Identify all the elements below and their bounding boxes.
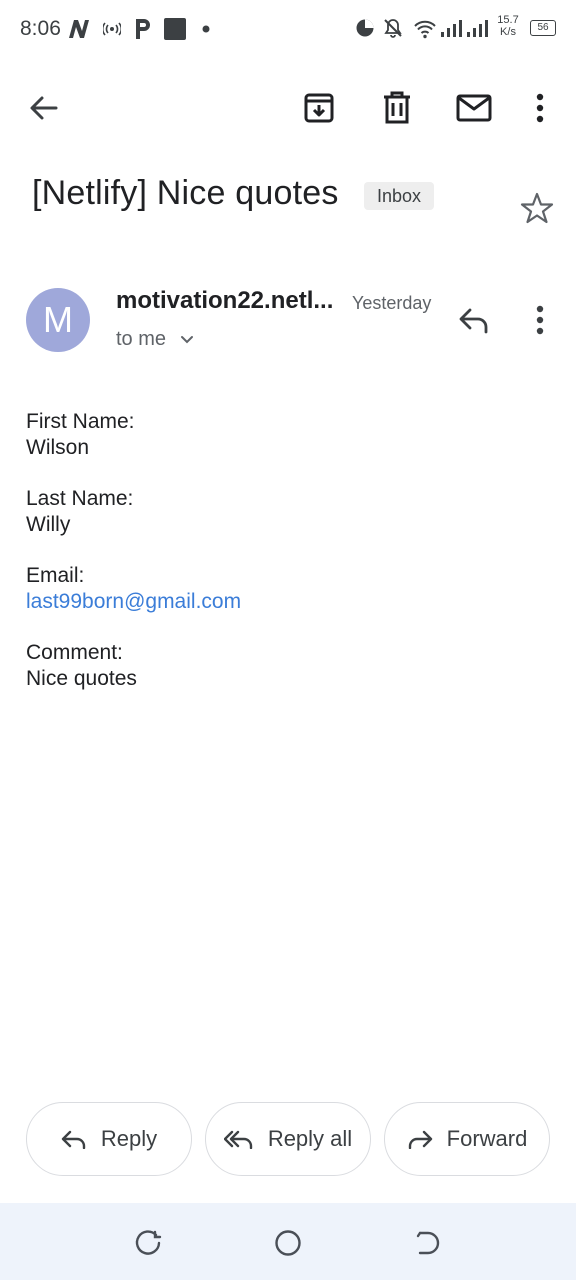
- email-subject: [Netlify] Nice quotes: [32, 174, 339, 212]
- back-icon[interactable]: [414, 1229, 442, 1257]
- network-speed: 15.7 K/s: [494, 14, 522, 38]
- mark-unread-icon[interactable]: [456, 94, 492, 122]
- form-field-first-name: First Name: Wilson: [26, 409, 546, 461]
- status-bar: 8:06 15.7 K/s 56: [0, 0, 576, 58]
- network-speed-unit: K/s: [500, 26, 516, 38]
- reply-button-label: Reply: [100, 1126, 158, 1151]
- recents-icon[interactable]: [134, 1229, 162, 1257]
- field-label: Comment:: [26, 641, 123, 664]
- inbox-label-chip[interactable]: Inbox: [364, 182, 435, 210]
- email-body: First Name: Wilson Last Name: Willy Emai…: [26, 409, 546, 717]
- delete-icon[interactable]: [380, 90, 414, 126]
- field-label: Last Name:: [26, 487, 134, 510]
- field-value: Wilson: [26, 436, 90, 459]
- status-time: 8:06: [20, 17, 61, 40]
- reply-all-button-label: Reply all: [267, 1126, 353, 1151]
- field-label: Email:: [26, 564, 85, 587]
- notification-dot-icon: [202, 25, 210, 33]
- email-link[interactable]: last99born@gmail.com: [26, 589, 546, 615]
- email-view: 8:06 15.7 K/s 56 [Netlify] Nice quotes I…: [0, 0, 576, 1280]
- notifications-off-icon: [384, 19, 402, 38]
- sender-avatar[interactable]: M: [26, 288, 90, 352]
- chevron-down-icon: [180, 335, 193, 344]
- reply-button[interactable]: Reply: [26, 1102, 192, 1176]
- sender-name[interactable]: motivation22.netl...: [116, 287, 333, 315]
- back-arrow-icon[interactable]: [28, 92, 60, 124]
- forward-icon: [408, 1130, 432, 1149]
- email-timestamp: Yesterday: [352, 293, 432, 313]
- recipient-label: to me: [116, 328, 167, 350]
- reply-icon[interactable]: [458, 306, 490, 334]
- reply-icon: [61, 1130, 86, 1149]
- forward-button[interactable]: Forward: [384, 1102, 550, 1176]
- p-app-icon: [136, 19, 150, 39]
- forward-button-label: Forward: [446, 1126, 528, 1151]
- field-label: First Name:: [26, 410, 135, 433]
- more-vert-icon[interactable]: [530, 92, 550, 124]
- field-value: Willy: [26, 513, 71, 536]
- message-more-vert-icon[interactable]: [530, 304, 550, 336]
- network-speed-value: 15.7: [497, 14, 519, 26]
- form-field-last-name: Last Name: Willy: [26, 486, 546, 538]
- reply-all-button[interactable]: Reply all: [205, 1102, 371, 1176]
- recipient-details[interactable]: to me: [116, 328, 194, 351]
- star-icon[interactable]: [520, 192, 554, 224]
- battery-indicator: 56: [530, 20, 556, 36]
- system-nav-bar: [0, 1203, 576, 1280]
- signal-icon-1: [441, 20, 462, 37]
- reply-all-icon: [223, 1130, 253, 1149]
- signal-icon-2: [467, 20, 488, 37]
- data-saver-icon: [356, 19, 374, 37]
- field-value: Nice quotes: [26, 667, 137, 690]
- form-field-email: Email: last99born@gmail.com: [26, 563, 546, 615]
- home-icon[interactable]: [274, 1229, 302, 1257]
- app-square-icon: [164, 18, 186, 40]
- form-field-comment: Comment: Nice quotes: [26, 640, 546, 692]
- wifi-icon: [414, 20, 436, 39]
- hotspot-icon: [103, 22, 121, 36]
- notification-app-icon: [69, 20, 89, 38]
- archive-icon[interactable]: [302, 91, 336, 125]
